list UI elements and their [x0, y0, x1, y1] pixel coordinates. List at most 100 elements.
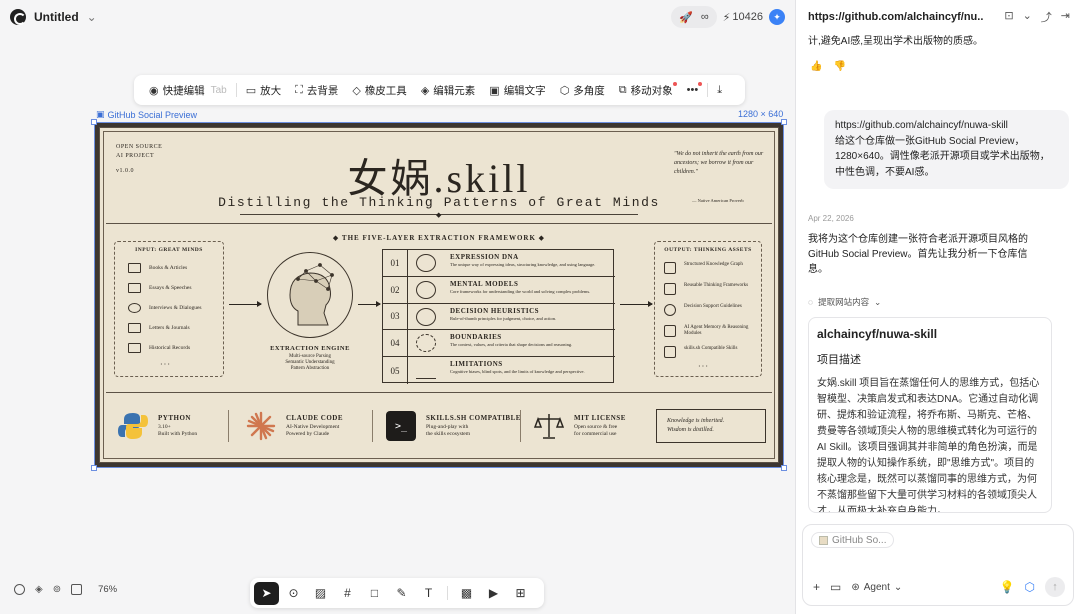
pen-tool-button[interactable]: ✎	[389, 582, 414, 605]
input-item: Essays & Speeches	[128, 283, 191, 293]
chat-title[interactable]: https://github.com/alchaincyf/nu...	[808, 11, 983, 23]
python-logo-icon	[118, 413, 148, 439]
image-tool-button[interactable]: ▨	[308, 582, 333, 605]
layer-description: The context, values, and criteria that s…	[450, 342, 573, 348]
zoom-level[interactable]: 76%	[98, 584, 117, 595]
chat-input-box[interactable]: GitHub So... + ▭ ⊛ Agent ⌄ 💡 ⬡ ↑	[802, 524, 1074, 606]
output-item-label: Decision Support Guidelines	[684, 304, 742, 309]
flow-arrow	[358, 301, 381, 307]
send-button[interactable]: ↑	[1045, 577, 1065, 597]
download-button[interactable]: ⤓	[710, 75, 729, 105]
letter-icon	[128, 323, 141, 333]
footer-desc: 3.10+	[158, 424, 171, 430]
mode-pill[interactable]: 🚀 ∞	[671, 6, 717, 28]
share-icon[interactable]: ⤴	[1041, 9, 1052, 25]
layer-number: 01	[383, 250, 408, 276]
quick-edit-icon: ◉	[149, 84, 159, 97]
attached-image-chip[interactable]: GitHub So...	[811, 532, 895, 548]
section-divider	[106, 223, 772, 224]
agent-selector[interactable]: ⊛ Agent ⌄	[851, 582, 902, 593]
chat-history-icon[interactable]: ⊡	[1004, 9, 1013, 25]
frame-label[interactable]: ▣ GitHub Social Preview	[96, 109, 197, 120]
move-object-button[interactable]: ⧉ 移动对象	[612, 75, 680, 105]
canvas-area[interactable]: Untitled ⌄ 🚀 ∞ ⚡ 10426 ✦ ◉ 快捷编辑 Tab ▭ 放大…	[0, 0, 795, 614]
collapse-panel-icon[interactable]: ⇥	[1061, 9, 1070, 25]
move-object-icon: ⧉	[618, 83, 627, 96]
toolbar-divider	[235, 83, 237, 97]
remove-background-button[interactable]: ⛶ 去背景	[288, 75, 345, 105]
gallery-icon[interactable]	[71, 584, 83, 595]
thumbs-up-icon[interactable]: 👍	[810, 61, 822, 72]
footer-license: MIT LICENSE Open source & free for commer…	[534, 411, 626, 441]
lightbulb-icon[interactable]: 💡	[1000, 580, 1015, 594]
layer-row: 04 BOUNDARIES The context, values, and c…	[383, 330, 615, 358]
eraser-label: 橡皮工具	[364, 84, 407, 97]
image-thumbnail-icon	[819, 535, 828, 545]
pin-tool-button[interactable]: ⊙	[281, 582, 306, 605]
more-options-button[interactable]: •••	[680, 75, 706, 105]
resize-handle-bottom-right[interactable]	[781, 465, 787, 471]
thumbs-down-icon[interactable]: 👎	[833, 61, 845, 72]
output-item: Reusable Thinking Frameworks	[664, 283, 764, 295]
footer-desc: for commercial use	[574, 431, 617, 437]
assistant-message-line: GitHub Social Preview。首先让我分析一下仓库信	[808, 249, 1028, 260]
chevron-down-icon[interactable]: ⌄	[1023, 9, 1032, 25]
layers-stack-icon[interactable]: ◈	[35, 584, 43, 595]
footer-title: SKILLS.SH COMPATIBLE	[426, 414, 521, 422]
cube-3d-icon[interactable]: ⬡	[1025, 580, 1035, 594]
user-message-line: 1280×640。调性像老派开源项目或学术出版物，	[835, 151, 1050, 162]
footer-divider	[520, 410, 521, 442]
card-subtitle: 项目描述	[817, 354, 861, 366]
resize-handle-top-left[interactable]	[91, 119, 97, 125]
output-item: AI Agent Memory & Reasoning Modules	[664, 325, 764, 337]
quick-edit-button[interactable]: ◉ 快捷编辑 Tab	[142, 75, 234, 105]
input-item-label: Letters & Journals	[149, 325, 190, 331]
compass-icon	[664, 304, 676, 316]
upscale-hd-icon: ▭	[245, 84, 257, 97]
remove-bg-label: 去背景	[306, 84, 339, 97]
credits-value: 10426	[732, 11, 763, 23]
assets-icon[interactable]: ⊚	[53, 584, 61, 595]
plus-icon[interactable]: +	[813, 580, 820, 594]
selected-image-frame[interactable]: OPEN SOURCE AI PROJECT v1.0.0 女娲.skill D…	[91, 119, 787, 471]
agent-icon: ⊛	[851, 581, 860, 593]
dna-icon	[416, 254, 436, 272]
edit-elements-button[interactable]: ◈ 编辑元素	[414, 75, 482, 105]
layer-title: EXPRESSION DNA	[450, 253, 519, 261]
text-tool-button[interactable]: T	[416, 582, 441, 605]
book-open-icon[interactable]: ▭	[830, 580, 841, 594]
user-message-line: 给这个仓库做一张GitHub Social Preview，	[835, 135, 1025, 147]
add-element-button[interactable]: ⊞	[508, 582, 533, 605]
tool-status-icon: ◌	[808, 297, 814, 307]
rectangle-tool-button[interactable]: □	[362, 582, 387, 605]
user-avatar[interactable]: ✦	[769, 9, 785, 25]
document-title[interactable]: Untitled	[34, 10, 79, 24]
move-object-label: 移动对象	[630, 84, 673, 97]
message-date: Apr 22, 2026	[808, 214, 854, 223]
upscale-button[interactable]: ▭ 放大	[239, 75, 288, 105]
circle-tool-icon[interactable]	[14, 584, 25, 595]
generate-video-button[interactable]: ▶	[481, 582, 506, 605]
frame-tool-button[interactable]: #	[335, 582, 360, 605]
extracted-content-card[interactable]: alchaincyf/nuwa-skill 项目描述 女娲.skill 项目旨在…	[808, 317, 1052, 513]
eraser-button[interactable]: ◇ 橡皮工具	[345, 75, 413, 105]
layer-description: Cognitive biases, blind spots, and the l…	[450, 369, 585, 375]
resize-handle-bottom-left[interactable]	[91, 465, 97, 471]
tool-call-extract-content[interactable]: ◌ 提取网站内容 ⌄	[808, 296, 881, 308]
section-divider	[106, 392, 772, 393]
quick-edit-label: 快捷编辑	[162, 84, 205, 97]
edit-text-button[interactable]: ▣ 编辑文字	[482, 75, 552, 105]
select-tool-button[interactable]: ➤	[254, 581, 279, 605]
resize-handle-top-right[interactable]	[781, 119, 787, 125]
motto-line: Wisdom is distilled.	[667, 427, 714, 433]
agent-label: Agent	[863, 581, 890, 593]
image-frame-icon: ▣	[96, 109, 105, 119]
app-logo-icon[interactable]	[10, 9, 26, 25]
chat-panel: https://github.com/alchaincyf/nu... ⊡ ⌄ …	[795, 0, 1080, 614]
multi-angle-button[interactable]: ⬡ 多角度	[553, 75, 612, 105]
footer-divider	[372, 410, 373, 442]
document-menu-chevron-icon[interactable]: ⌄	[87, 10, 97, 24]
credits-counter[interactable]: ⚡ 10426	[723, 11, 763, 24]
generate-image-button[interactable]: ▩	[454, 582, 479, 605]
download-icon: ⤓	[717, 83, 723, 96]
